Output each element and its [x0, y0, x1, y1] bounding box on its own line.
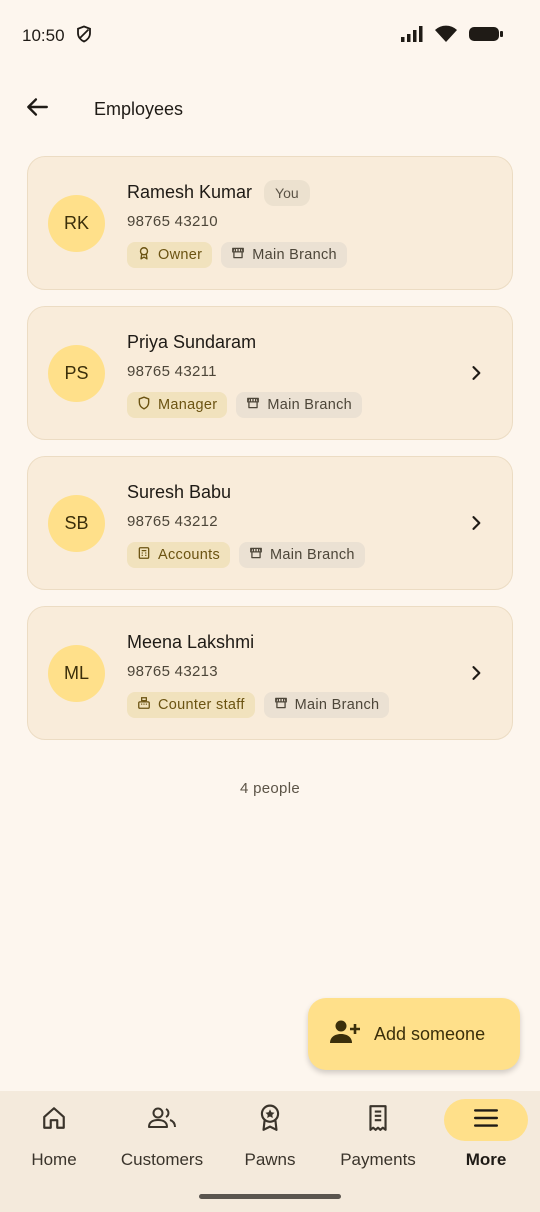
employee-info: Ramesh Kumar You 98765 43210 Owner Main …	[127, 179, 347, 268]
nav-icon-wrap	[120, 1099, 204, 1141]
name-row: Priya Sundaram	[127, 329, 362, 357]
employee-info: Priya Sundaram 98765 43211 Manager Main …	[127, 329, 363, 418]
back-button[interactable]	[13, 85, 61, 133]
branch-chip: Main Branch	[236, 391, 363, 418]
nav-label: Pawns	[244, 1150, 296, 1169]
arrow-back-icon	[24, 94, 50, 125]
award-icon	[137, 246, 151, 264]
name-row: Ramesh Kumar You	[127, 179, 347, 207]
store-icon	[231, 246, 245, 264]
employee-card[interactable]: PS Priya Sundaram 98765 43211 Manager Ma…	[27, 306, 513, 440]
name-row: Suresh Babu	[127, 479, 365, 507]
employee-phone: 98765 43211	[127, 362, 217, 380]
nav-label: Customers	[120, 1150, 204, 1169]
role-label: Owner	[158, 246, 203, 263]
wifi-icon	[434, 25, 458, 48]
nav-label: Home	[31, 1150, 77, 1169]
employee-name: Priya Sundaram	[127, 332, 257, 352]
employee-card[interactable]: RK Ramesh Kumar You 98765 43210 Owner Ma…	[27, 156, 513, 290]
chips: Accounts Main Branch	[127, 541, 365, 568]
branch-label: Main Branch	[267, 396, 353, 413]
employee-name: Meena Lakshmi	[127, 632, 255, 652]
cash-register-icon	[137, 696, 151, 714]
add-someone-button[interactable]: Add someone	[308, 998, 520, 1070]
role-label: Accounts	[158, 546, 221, 563]
branch-label: Main Branch	[270, 546, 355, 563]
chips: Owner Main Branch	[127, 241, 347, 268]
nav-label: More	[465, 1150, 507, 1169]
store-icon	[274, 696, 288, 714]
battery-icon	[468, 25, 504, 48]
store-icon	[249, 546, 263, 564]
employee-name: Suresh Babu	[127, 482, 232, 502]
page-title: Employees	[94, 98, 184, 119]
status-bar: 10:50	[0, 0, 540, 72]
nav-icon-wrap	[12, 1099, 96, 1141]
people-icon	[147, 1105, 177, 1136]
fab-label: Add someone	[374, 1023, 486, 1044]
you-badge: You	[264, 179, 310, 206]
status-left: 10:50	[22, 25, 93, 48]
employee-phone: 98765 43212	[127, 512, 218, 530]
badge-star-icon	[257, 1104, 283, 1137]
people-count: 4 people	[240, 780, 300, 797]
shield-status-icon	[75, 25, 93, 48]
status-right	[400, 25, 504, 48]
avatar: PS	[48, 344, 105, 402]
person-add-icon	[330, 1019, 360, 1050]
receipt-icon	[365, 1104, 391, 1137]
menu-icon	[473, 1107, 499, 1134]
calculator-icon	[137, 546, 151, 564]
role-chip: Accounts	[127, 541, 231, 568]
branch-chip: Main Branch	[221, 241, 347, 268]
employee-info: Meena Lakshmi 98765 43213 Counter staff …	[127, 629, 390, 718]
avatar: RK	[48, 194, 105, 252]
branch-chip: Main Branch	[263, 691, 390, 718]
signal-icon	[400, 25, 424, 48]
avatar: ML	[48, 644, 105, 702]
home-icon	[41, 1105, 67, 1136]
store-icon	[246, 396, 260, 414]
nav-item-home[interactable]: Home	[0, 1091, 108, 1212]
employee-info: Suresh Babu 98765 43212 Accounts Main Br…	[127, 479, 365, 568]
role-chip: Counter staff	[127, 691, 255, 718]
employee-name: Ramesh Kumar	[127, 182, 253, 202]
chevron-right-icon[interactable]	[464, 511, 488, 535]
gesture-bar	[199, 1194, 341, 1199]
chevron-right-icon[interactable]	[464, 361, 488, 385]
branch-chip: Main Branch	[239, 541, 365, 568]
nav-icon-wrap	[336, 1099, 420, 1141]
chips: Counter staff Main Branch	[127, 691, 390, 718]
role-label: Manager	[158, 396, 218, 413]
status-time: 10:50	[22, 26, 65, 45]
employee-phone: 98765 43213	[127, 662, 218, 680]
employee-list: RK Ramesh Kumar You 98765 43210 Owner Ma…	[27, 156, 513, 756]
shield-icon	[137, 395, 151, 414]
branch-label: Main Branch	[252, 246, 337, 263]
employee-card[interactable]: SB Suresh Babu 98765 43212 Accounts Main…	[27, 456, 513, 590]
nav-icon-wrap	[444, 1099, 528, 1141]
branch-label: Main Branch	[294, 696, 380, 713]
name-row: Meena Lakshmi	[127, 629, 389, 657]
employee-phone: 98765 43210	[127, 212, 218, 230]
role-label: Counter staff	[158, 696, 245, 713]
role-chip: Owner	[127, 241, 213, 268]
avatar: SB	[48, 494, 105, 552]
role-chip: Manager	[127, 391, 228, 418]
nav-item-more[interactable]: More	[432, 1091, 540, 1212]
nav-icon-wrap	[228, 1099, 312, 1141]
employee-card[interactable]: ML Meena Lakshmi 98765 43213 Counter sta…	[27, 606, 513, 740]
app-bar: Employees	[0, 82, 540, 136]
chips: Manager Main Branch	[127, 391, 363, 418]
nav-label: Payments	[340, 1150, 416, 1169]
chevron-right-icon[interactable]	[464, 661, 488, 685]
